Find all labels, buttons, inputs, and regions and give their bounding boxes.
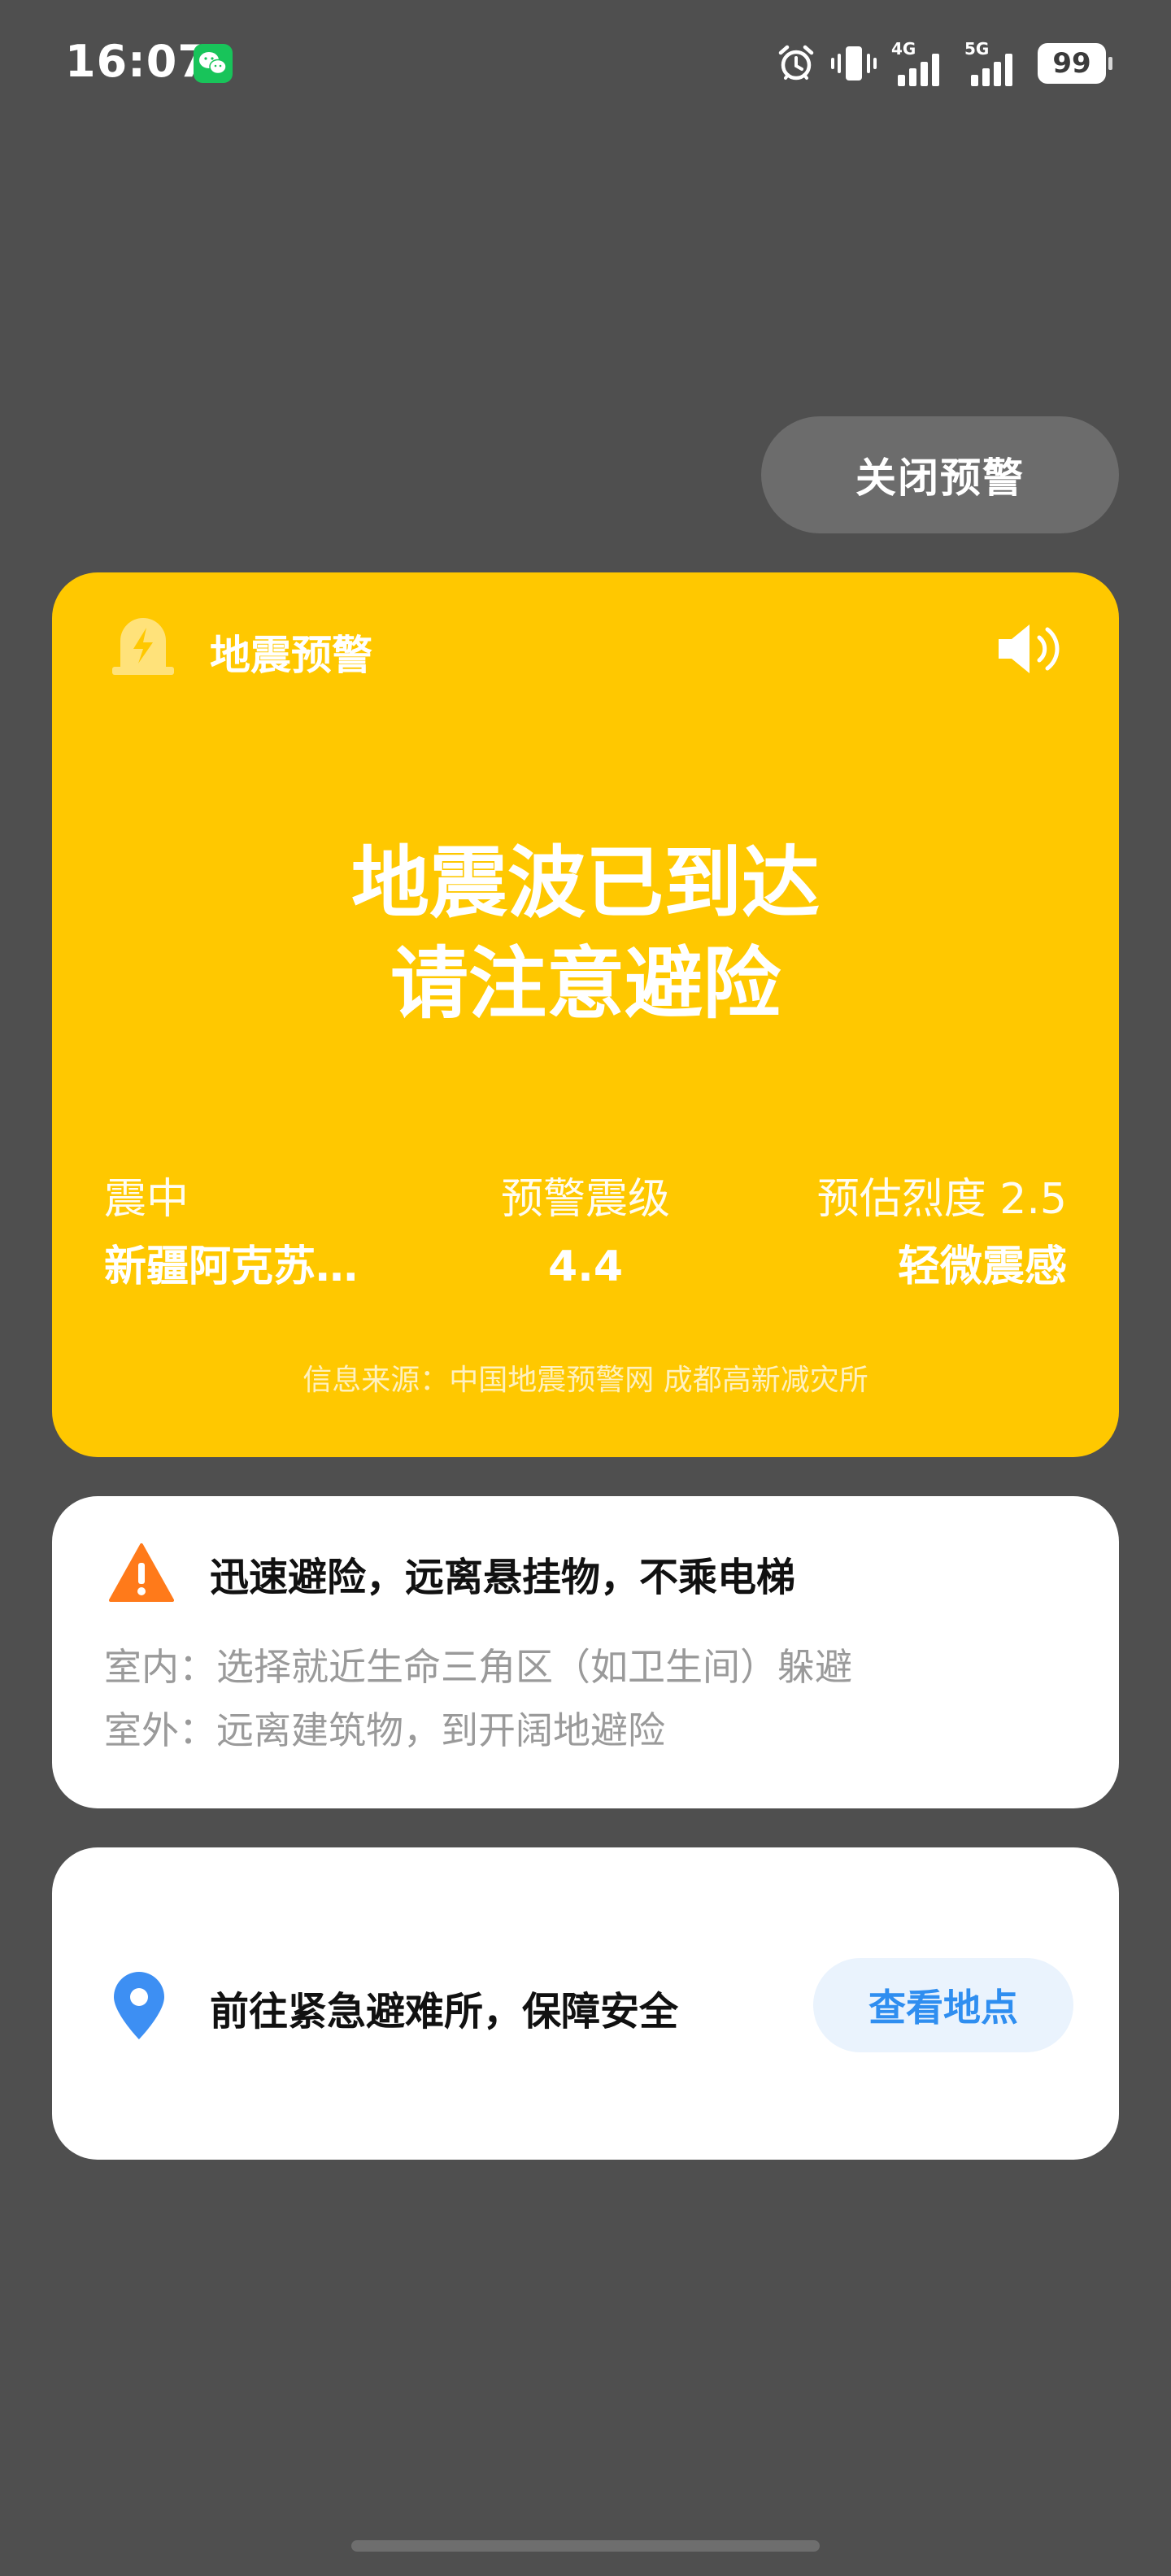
signal-4g: 4G (891, 37, 950, 89)
headline-line-2: 请注意避险 (390, 938, 781, 1029)
shelter-text: 前往紧急避难所，保障安全 (210, 1989, 679, 2034)
epicenter-label: 震中 (104, 1175, 189, 1224)
earthquake-alert-screen: 16:07 4G 5G 99 关闭预警 地震预警 地震波已到达 请注意避险 震中… (0, 0, 1171, 2576)
headline-line-1: 地震波已到达 (351, 838, 820, 929)
battery-icon: 99 (1038, 43, 1112, 84)
earthquake-bolt-icon (112, 618, 174, 675)
location-pin-icon (114, 1972, 164, 2039)
magnitude-label: 预警震级 (500, 1175, 670, 1224)
view-location-button[interactable]: 查看地点 (813, 1958, 1073, 2052)
close-alert-label: 关闭预警 (855, 455, 1025, 502)
view-location-label: 查看地点 (868, 1986, 1018, 2030)
tips-indoor: 室内：选择就近生命三角区（如卫生间）躲避 (104, 1645, 852, 1689)
status-time: 16:07 (65, 36, 209, 87)
info-source: 信息来源：中国地震预警网 成都高新减灾所 (303, 1364, 868, 1397)
shelter-card: 前往紧急避难所，保障安全 查看地点 (52, 1847, 1119, 2160)
safety-tips-card: 迅速避险，远离悬挂物，不乘电梯 室内：选择就近生命三角区（如卫生间）躲避 室外：… (52, 1496, 1119, 1808)
epicenter-value: 新疆阿克苏… (104, 1242, 359, 1291)
close-alert-button[interactable]: 关闭预警 (761, 416, 1119, 533)
alert-title: 地震预警 (210, 632, 372, 679)
signal-5g: 5G (964, 37, 1023, 89)
earthquake-alert-card: 地震预警 地震波已到达 请注意避险 震中 新疆阿克苏… 预警震级 4.4 预估烈… (52, 572, 1119, 1457)
magnitude-value: 4.4 (547, 1242, 624, 1291)
intensity-value: 轻微震感 (897, 1242, 1067, 1291)
battery-level: 99 (1052, 47, 1091, 80)
signal-icon (898, 54, 939, 86)
warning-icon (109, 1543, 174, 1602)
home-indicator[interactable] (351, 2540, 820, 2552)
intensity-label: 预估烈度 2.5 (816, 1175, 1067, 1224)
alarm-icon (778, 45, 814, 80)
epicenter-stat: 震中 新疆阿克苏… (104, 1171, 358, 1301)
vibrate-icon (831, 46, 877, 80)
wechat-icon (194, 44, 233, 83)
status-bar: 16:07 4G 5G 99 (0, 0, 1171, 130)
alert-headline: 地震波已到达 请注意避险 (52, 833, 1119, 1034)
intensity-stat: 预估烈度 2.5 轻微震感 (817, 1171, 1067, 1301)
tips-outdoor: 室外：远离建筑物，到开阔地避险 (104, 1708, 665, 1752)
tips-title: 迅速避险，远离悬挂物，不乘电梯 (210, 1555, 796, 1600)
speaker-icon[interactable] (995, 620, 1067, 678)
magnitude-stat: 预警震级 4.4 (394, 1171, 777, 1301)
signal-icon (971, 54, 1012, 86)
status-icons: 4G 5G 99 (776, 37, 1112, 89)
